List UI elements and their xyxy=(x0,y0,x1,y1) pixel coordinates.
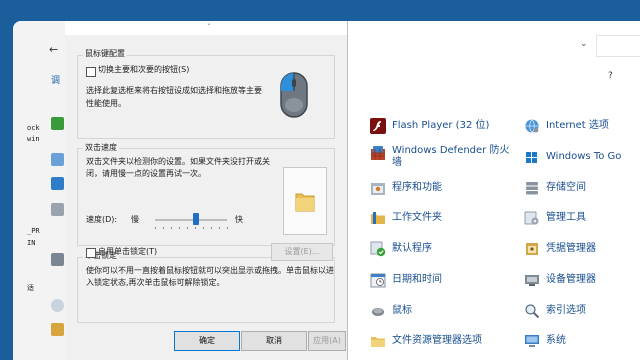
cp-item-label: 程序和功能 xyxy=(392,182,442,193)
left-label-2: win xyxy=(27,135,40,143)
cp-item-work-folders[interactable]: 工作文件夹 xyxy=(370,209,442,227)
ok-button[interactable]: 确定 xyxy=(174,331,240,351)
default-programs-icon xyxy=(370,241,386,257)
swap-description-2: 性能使用。 xyxy=(86,99,126,108)
cp-item-label: 系统 xyxy=(546,335,566,346)
left-label-3: _PR xyxy=(27,227,40,235)
cp-item-label: 索引选项 xyxy=(546,305,586,316)
cp-item-programs[interactable]: 程序和功能 xyxy=(370,179,442,197)
left-label-5: 适 xyxy=(27,284,34,292)
window-frame: ← 调 ock win _PR IN 适 ˇ 鼠标键配置 切换主要和次要的按钮(… xyxy=(13,21,640,360)
cp-item-default-programs[interactable]: 默认程序 xyxy=(370,240,432,258)
firewall-label-line1: Windows Defender 防火 xyxy=(392,145,510,156)
flash-icon xyxy=(370,118,386,134)
internet-options-icon xyxy=(525,119,539,133)
test-folder-area[interactable] xyxy=(283,167,327,235)
apply-button[interactable]: 应用(A) xyxy=(308,331,346,351)
clicklock-settings-button[interactable]: 设置(E)... xyxy=(271,243,333,261)
cp-item-label: 凭据管理器 xyxy=(546,243,596,254)
left-label-4: IN xyxy=(27,239,36,247)
speed-slider-ticks xyxy=(155,227,229,229)
firewall-label-line2: 墙 xyxy=(392,157,402,168)
green-app-icon[interactable] xyxy=(51,117,64,130)
cp-item-label: 鼠标 xyxy=(392,305,412,316)
cp-item-label: Flash Player (32 位) xyxy=(392,120,490,131)
mouse-icon xyxy=(372,308,384,316)
chevron-down-icon[interactable]: ⌄ xyxy=(580,39,588,49)
cp-item-label: 默认程序 xyxy=(392,243,432,254)
work-folders-icon xyxy=(371,212,385,224)
device-manager-icon xyxy=(525,275,539,286)
cp-item-label: 工作文件夹 xyxy=(392,212,442,223)
indexing-icon xyxy=(525,304,540,319)
cp-item-credential-manager[interactable]: 凭据管理器 xyxy=(524,240,596,258)
mouse-illustration-icon xyxy=(280,72,308,118)
mouse-properties-dialog: ˇ 鼠标键配置 切换主要和次要的按钮(S) 选择此复选框来将右按钮设成如选择和拖… xyxy=(65,21,348,360)
cp-item-device-manager[interactable]: 设备管理器 xyxy=(524,271,596,289)
scroll-indicator: ˇ xyxy=(207,23,211,32)
cp-item-flash-player[interactable]: Flash Player (32 位) xyxy=(370,117,489,135)
shield-icon[interactable] xyxy=(51,177,64,190)
control-panel-top-bar xyxy=(348,21,640,35)
back-arrow-icon[interactable]: ← xyxy=(49,43,58,56)
left-strip: ← 调 ock win _PR IN 适 xyxy=(13,21,66,360)
cp-item-label: Windows Defender 防火 墙 xyxy=(392,145,509,169)
left-label-1: ock xyxy=(27,124,40,132)
cp-item-storage-spaces[interactable]: 存储空间 xyxy=(524,179,586,197)
cp-item-label: 文件资源管理器选项 xyxy=(392,335,482,346)
firewall-icon xyxy=(371,146,385,160)
cp-item-label: 管理工具 xyxy=(546,212,586,223)
cp-item-indexing-options[interactable]: 索引选项 xyxy=(524,302,586,320)
cp-item-label: 设备管理器 xyxy=(546,274,596,285)
clicklock-desc-2: 入锁定状态,再次单击鼠标可解除锁定。 xyxy=(86,278,225,287)
printer-icon[interactable] xyxy=(51,253,64,266)
help-icon[interactable]: ? xyxy=(608,71,613,81)
speed-label: 速度(D): xyxy=(86,215,118,224)
cp-item-mouse[interactable]: 鼠标 xyxy=(370,302,412,320)
cancel-button[interactable]: 取消 xyxy=(241,331,307,351)
programs-icon xyxy=(371,183,385,195)
monitor-icon[interactable] xyxy=(51,153,64,166)
date-time-icon xyxy=(370,273,386,288)
double-click-desc-2: 闭，请用慢一点的设置再试一次。 xyxy=(86,169,206,178)
button-config-title: 鼠标键配置 xyxy=(83,48,127,59)
system-icon xyxy=(525,335,539,347)
slow-label: 慢 xyxy=(131,215,139,224)
control-panel: ⌄ ? Flash Player (32 位) Windows Defender… xyxy=(348,21,640,360)
cp-item-firewall[interactable]: Windows Defender 防火 墙 xyxy=(370,145,509,169)
keyboard-icon[interactable] xyxy=(51,203,64,216)
speed-slider-track[interactable] xyxy=(155,219,227,221)
cp-item-label: 存储空间 xyxy=(546,182,586,193)
cp-item-date-time[interactable]: 日期和时间 xyxy=(370,271,442,289)
double-click-title: 双击速度 xyxy=(83,142,119,153)
cp-item-admin-tools[interactable]: 管理工具 xyxy=(524,209,586,227)
cp-item-label: Windows To Go xyxy=(546,151,622,162)
swap-buttons-checkbox[interactable] xyxy=(86,67,96,77)
speed-slider-thumb[interactable] xyxy=(193,213,200,225)
folder-icon xyxy=(295,193,315,212)
admin-tools-icon xyxy=(524,211,539,225)
cp-item-system[interactable]: 系统 xyxy=(524,332,566,350)
dialog-top-bar: ˇ xyxy=(65,21,347,35)
nav-text[interactable]: 调 xyxy=(51,73,60,86)
fast-label: 快 xyxy=(235,215,243,224)
swap-description-1: 选择此复选框来将右按钮设成如选择和拖放等主要 xyxy=(86,86,262,95)
cp-item-label: 日期和时间 xyxy=(392,274,442,285)
clicklock-label[interactable]: 启用单击锁定(T) xyxy=(98,245,157,258)
cp-item-windows-to-go[interactable]: Windows To Go xyxy=(524,148,621,166)
explorer-options-icon xyxy=(371,337,385,347)
credential-icon xyxy=(526,243,538,255)
cp-item-internet-options[interactable]: Internet 选项 xyxy=(524,117,609,135)
security-icon[interactable] xyxy=(51,323,64,336)
swap-buttons-label[interactable]: 切换主要和次要的按钮(S) xyxy=(98,63,189,76)
cp-item-label: Internet 选项 xyxy=(546,120,609,131)
disc-icon[interactable] xyxy=(51,299,64,312)
cp-item-explorer-options[interactable]: 文件资源管理器选项 xyxy=(370,332,482,350)
storage-icon xyxy=(526,182,538,195)
search-box[interactable] xyxy=(596,35,640,57)
windows-to-go-icon xyxy=(526,152,537,163)
clicklock-checkbox[interactable] xyxy=(86,248,96,258)
